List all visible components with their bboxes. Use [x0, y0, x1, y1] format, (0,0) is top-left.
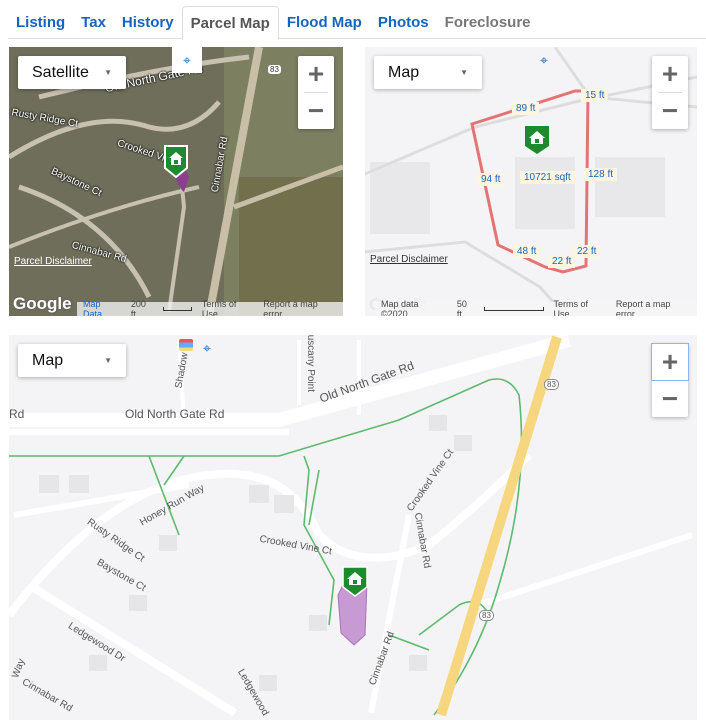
tab-tax[interactable]: Tax: [73, 6, 114, 39]
caret-down-icon: ▼: [104, 356, 112, 365]
measurement-label: 89 ft: [512, 102, 540, 115]
parcel-map[interactable]: 89 ft 15 ft 94 ft 10721 sqft 128 ft 48 f…: [365, 47, 697, 316]
zoom-out-button[interactable]: −: [652, 381, 688, 417]
map-footer: Map Data 200 ft Terms of Use Report a ma…: [77, 299, 343, 316]
measurement-label: 15 ft: [581, 89, 609, 102]
street-label: Tuscany Point: [305, 335, 316, 392]
tab-bar: Listing Tax History Parcel Map Flood Map…: [8, 6, 706, 40]
parcel-disclaimer-link[interactable]: Parcel Disclaimer: [370, 254, 448, 265]
measurement-label: 128 ft: [584, 168, 618, 181]
layers-icon[interactable]: [179, 339, 193, 351]
route-shield: 83: [479, 610, 494, 621]
scale-bar: 50 ft: [456, 299, 467, 316]
locate-icon[interactable]: ⌖: [192, 335, 222, 361]
map-footer: Map data ©2020 50 ft Terms of Use Report…: [375, 299, 697, 316]
street-label: Rd: [9, 407, 25, 421]
zoom-control: + −: [651, 343, 689, 417]
satellite-map[interactable]: Old North Gate Rd Rusty Ridge Ct Crooked…: [9, 47, 343, 316]
google-logo: Google: [13, 294, 72, 313]
zoom-control: + −: [652, 56, 688, 129]
measurement-label: 22 ft: [573, 245, 601, 258]
locate-icon[interactable]: ⌖: [529, 47, 559, 73]
zoom-out-button[interactable]: −: [652, 93, 688, 129]
tab-flood-map[interactable]: Flood Map: [279, 6, 370, 39]
map-type-select[interactable]: Map ▼: [18, 344, 126, 377]
tab-history[interactable]: History: [114, 6, 182, 39]
measurement-label: 22 ft: [548, 255, 576, 268]
street-label: Old North Gate Rd: [125, 407, 225, 421]
home-marker-icon[interactable]: [342, 566, 368, 598]
parcel-disclaimer-link[interactable]: Parcel Disclaimer: [14, 256, 92, 267]
map-type-select[interactable]: Satellite ▼: [18, 56, 126, 89]
route-shield: 83: [544, 379, 559, 390]
zoom-in-button[interactable]: +: [298, 56, 334, 92]
terms-link[interactable]: Terms of Use: [554, 299, 606, 316]
map-data-link[interactable]: Map Data: [83, 299, 121, 316]
zoom-in-button[interactable]: +: [652, 56, 688, 92]
map-data-text: Map data ©2020: [381, 299, 419, 316]
area-map[interactable]: Old North Gate Rd Old North Gate Rd Rd S…: [9, 335, 697, 720]
route-shield: 83: [268, 65, 281, 74]
measurement-label: 48 ft: [513, 245, 541, 258]
report-error-link[interactable]: Report a map error: [616, 299, 691, 316]
terms-link[interactable]: Terms of Use: [202, 299, 253, 316]
zoom-out-button[interactable]: −: [298, 93, 334, 129]
caret-down-icon: ▼: [460, 68, 468, 77]
tab-photos[interactable]: Photos: [370, 6, 437, 39]
parcel-area-label: 10721 sqft: [520, 171, 575, 184]
report-error-link[interactable]: Report a map error: [263, 299, 337, 316]
locate-icon[interactable]: ⌖: [172, 47, 202, 73]
tab-parcel-map[interactable]: Parcel Map: [181, 6, 279, 40]
home-marker-icon[interactable]: [524, 125, 550, 155]
caret-down-icon: ▼: [104, 68, 112, 77]
tab-foreclosure[interactable]: Foreclosure: [437, 6, 539, 39]
zoom-control: + −: [298, 56, 334, 129]
measurement-label: 94 ft: [477, 173, 505, 186]
home-marker-icon[interactable]: [163, 144, 189, 178]
scale-bar: 200 ft: [130, 299, 146, 316]
map-type-select[interactable]: Map ▼: [374, 56, 482, 89]
tab-listing[interactable]: Listing: [8, 6, 73, 39]
zoom-in-button[interactable]: +: [651, 343, 689, 381]
